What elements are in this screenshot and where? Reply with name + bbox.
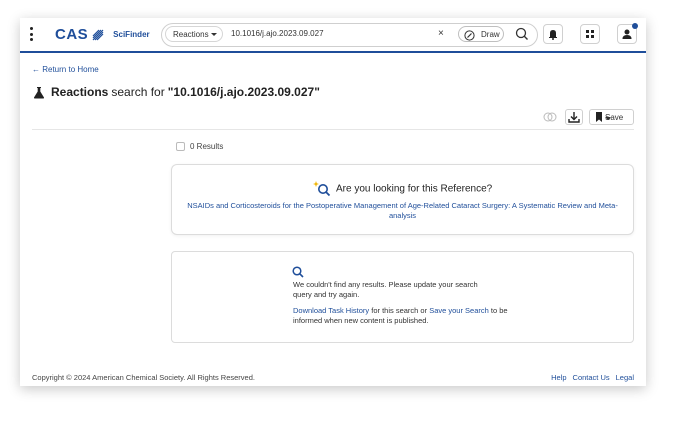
chevron-down-icon xyxy=(211,33,217,36)
draw-icon xyxy=(464,30,475,41)
search-icon xyxy=(292,266,304,278)
page-title: Reactions search for "10.1016/j.ajo.2023… xyxy=(33,85,320,99)
search-input[interactable]: 10.1016/j.ajo.2023.09.027 xyxy=(231,29,324,38)
save-your-search-link[interactable]: Save your Search xyxy=(429,306,489,315)
logo-mark-icon xyxy=(92,29,104,40)
notifications-button[interactable] xyxy=(543,24,563,44)
actions-middle-text: for this search or xyxy=(371,306,428,315)
app-window: CAS SciFinder Reactions 10.1016/j.ajo.20… xyxy=(20,18,646,386)
draw-label: Draw xyxy=(481,30,500,39)
return-home-link[interactable]: ← Return to Home xyxy=(32,65,99,74)
top-bar: CAS SciFinder Reactions 10.1016/j.ajo.20… xyxy=(20,18,646,53)
no-results-card: We couldn't find any results. Please upd… xyxy=(171,251,634,343)
select-all-checkbox[interactable] xyxy=(176,142,185,151)
chevron-down-icon xyxy=(605,117,611,120)
title-query: "10.1016/j.ajo.2023.09.027" xyxy=(167,85,320,99)
apps-grid-icon xyxy=(586,30,594,38)
cas-logo[interactable]: CAS SciFinder xyxy=(55,26,150,43)
product-name: SciFinder xyxy=(113,30,150,39)
draw-button[interactable]: Draw xyxy=(458,26,504,42)
search-type-dropdown[interactable]: Reactions xyxy=(165,26,223,42)
reference-suggestion-card: Are you looking for this Reference? NSAI… xyxy=(171,164,634,235)
footer-link-contact[interactable]: Contact Us xyxy=(573,373,610,382)
search-type-label: Reactions xyxy=(173,30,209,39)
copyright: Copyright © 2024 American Chemical Socie… xyxy=(32,373,255,382)
bookmark-icon xyxy=(596,112,602,122)
title-connector: search for xyxy=(111,85,165,99)
no-results-message: We couldn't find any results. Please upd… xyxy=(293,280,478,299)
compare-button[interactable] xyxy=(540,109,560,125)
sparkle-search-icon xyxy=(312,181,330,197)
reference-suggestion-title: Are you looking for this Reference? xyxy=(336,183,493,195)
footer-links: Help Contact Us Legal xyxy=(551,373,634,382)
footer-link-help[interactable]: Help xyxy=(551,373,566,382)
download-task-history-link[interactable]: Download Task History xyxy=(293,306,369,315)
reference-suggestion-heading: Are you looking for this Reference? xyxy=(172,181,633,197)
return-home-label: Return to Home xyxy=(42,65,99,74)
download-icon xyxy=(568,112,580,123)
reference-link[interactable]: NSAIDs and Corticosteroids for the Posto… xyxy=(182,201,623,221)
apps-button[interactable] xyxy=(580,24,600,44)
search-bar: Reactions 10.1016/j.ajo.2023.09.027 × Dr… xyxy=(161,23,538,47)
more-menu-icon[interactable] xyxy=(28,27,34,41)
download-button[interactable] xyxy=(565,109,583,125)
divider xyxy=(32,129,634,130)
no-results-actions: Download Task History for this search or… xyxy=(293,306,518,326)
title-search-type: Reactions xyxy=(51,85,109,99)
flask-icon xyxy=(33,86,45,98)
footer-link-legal[interactable]: Legal xyxy=(616,373,634,382)
results-count: 0 Results xyxy=(190,142,224,151)
notification-dot xyxy=(632,23,638,29)
clear-icon[interactable]: × xyxy=(438,28,444,40)
search-icon[interactable] xyxy=(515,27,529,41)
compare-icon xyxy=(543,112,557,122)
logo-text: CAS xyxy=(55,26,89,43)
arrow-left-icon: ← xyxy=(32,65,40,74)
bell-icon xyxy=(549,30,557,40)
save-button[interactable]: Save xyxy=(589,109,634,125)
